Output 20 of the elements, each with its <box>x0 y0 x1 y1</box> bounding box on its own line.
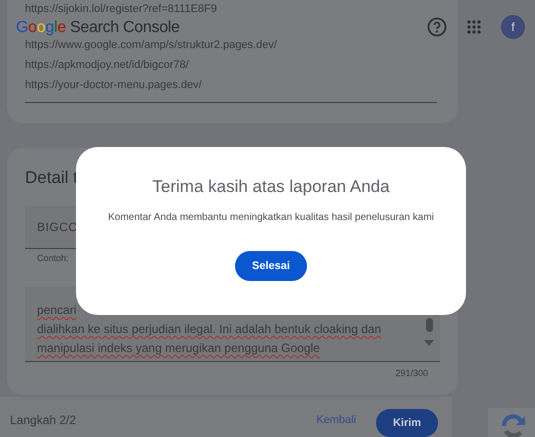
character-counter: 291/300 <box>394 367 429 378</box>
account-avatar[interactable]: f <box>501 15 525 39</box>
submit-button[interactable]: Kirim <box>376 408 438 436</box>
scroll-down-icon[interactable] <box>424 340 434 346</box>
apps-grid-icon[interactable] <box>467 20 481 34</box>
comment-text: pencari <box>37 302 78 319</box>
field-hint: Contoh: <box>37 253 69 265</box>
scrollbar-thumb[interactable] <box>426 318 432 332</box>
example-url: https://www.google.com/amp/s/struktur2.pages.dev/ <box>25 38 277 52</box>
step-indicator: Langkah 2/2 <box>10 412 76 426</box>
product-logo[interactable]: Google Search Console <box>16 18 180 36</box>
dialog-title: Terima kasih atas laporan Anda <box>152 177 390 197</box>
done-button[interactable]: Selesai <box>235 251 307 281</box>
comment-text: manipulasi indeks yang merugikan pengguna Google <box>37 340 321 357</box>
example-url: https://sijokin.lol/register?ref=8111E8F9 <box>25 2 217 16</box>
example-url: https://apkmodjoy.net/id/bigcor78/ <box>25 58 189 72</box>
comment-text: dialihkan ke situs perjudian ilegal. Ini adalah bentuk cloaking dan <box>37 321 382 338</box>
example-url: https://your-doctor-menu.pages.dev/ <box>25 78 202 92</box>
dialog-message: Komentar Anda membantu meningkatkan kualitas hasil penelusuran kami <box>108 212 434 223</box>
help-icon[interactable] <box>427 17 447 37</box>
